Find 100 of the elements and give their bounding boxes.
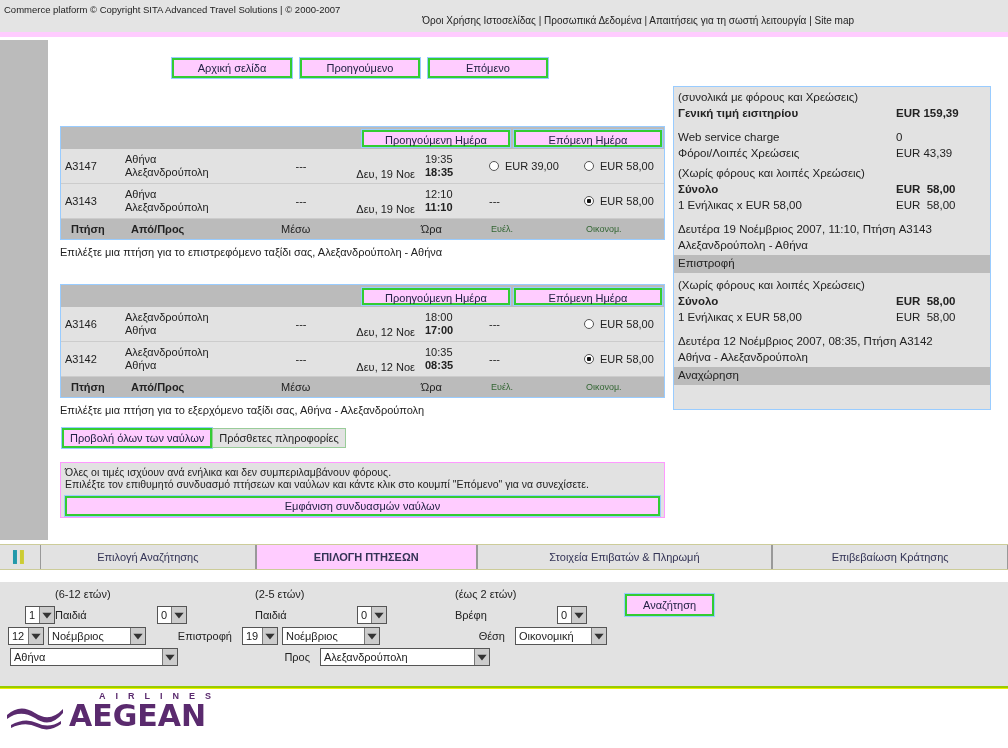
fare-radio[interactable]	[489, 161, 499, 171]
caret-icon	[39, 607, 54, 623]
total-label: Σύνολο	[678, 183, 719, 195]
view-button[interactable]: Πρόσθετες πληροφορίες	[212, 428, 346, 448]
flight-number: A3143	[64, 195, 98, 207]
caret-icon	[28, 628, 43, 644]
tab[interactable]: Επιλογή Αναζήτησης	[39, 545, 256, 569]
flight-number: A3146	[64, 318, 98, 330]
arrival-time: 18:00	[425, 311, 454, 324]
flight-number: A3142	[64, 353, 98, 365]
leg-details: Δευτέρα 19 Νοέμβριος 2007, 11:10, Πτήση A3143	[677, 222, 933, 237]
grand-total-amount: EUR 159,39	[896, 107, 960, 119]
fare-radio[interactable]	[584, 354, 594, 364]
copyright-text: Commerce platform © Copyright SITA Advanced Travel Solutions | © 2000-2007	[4, 4, 342, 15]
column-header: Ώρα	[419, 223, 443, 235]
arrival-time: 10:35	[425, 346, 454, 359]
departure-time: 08:35	[425, 359, 455, 372]
origin-city: Αλεξανδρούπολη	[125, 166, 210, 179]
destination-city: Αθήνα	[125, 188, 158, 201]
day-button[interactable]: Προηγούμενη Ημέρα	[362, 129, 510, 147]
nav-button[interactable]: Προηγούμενο	[300, 58, 420, 78]
charge-label: Web service charge	[678, 131, 780, 143]
tab[interactable]: Επιβεβαίωση Κράτησης	[772, 545, 1008, 569]
tab[interactable]: Στοιχεία Επιβατών & Πληρωμή	[476, 545, 773, 569]
month-dropdown[interactable]: Νοέμβριος	[282, 627, 380, 645]
nav-button[interactable]: Αρχική σελίδα	[172, 58, 292, 78]
fare-price: EUR 58,00	[600, 160, 654, 172]
passenger-label: Βρέφη	[455, 609, 488, 621]
caret-icon	[162, 649, 177, 665]
arrival-time: 12:10	[425, 188, 454, 201]
age-note: (2-5 ετών)	[255, 588, 306, 600]
from-dropdown[interactable]: Αθήνα	[10, 648, 178, 666]
day-button[interactable]: Επόμενη Ημέρα	[514, 287, 662, 305]
column-header: Ευέλ.	[490, 224, 514, 234]
day-button[interactable]: Προηγούμενη Ημέρα	[362, 287, 510, 305]
to-label: Προς	[283, 651, 311, 663]
footer-links[interactable]: Όροι Χρήσης Ιστοσελίδας | Προσωπικά Δεδομένα | Απαιτήσεις για τη σωστή λειτουργία | Site map	[422, 15, 854, 26]
charge-amount: EUR 43,39	[896, 147, 954, 159]
tab[interactable]: ΕΠΙΛΟΓΗ ΠΤΗΣΕΩΝ	[255, 545, 477, 569]
total-amount: EUR 58,00	[896, 295, 957, 307]
no-fare-dash: ---	[489, 195, 500, 207]
via-cell-text: ---	[294, 353, 308, 365]
journey-heading: Επιλέξτε μια πτήση για το επιστρεφόμενο ταξίδι σας, Αλεξανδρούπολη - Αθήνα	[60, 246, 444, 258]
destination-city: Αλεξανδρούπολη	[125, 311, 210, 324]
count-dropdown[interactable]: 0	[357, 606, 387, 624]
passenger-label: Παιδιά	[255, 609, 288, 621]
fare-radio[interactable]	[584, 161, 594, 171]
no-fare-dash: ---	[489, 353, 500, 365]
fare-price: EUR 39,00	[505, 160, 559, 172]
origin-city: Αλεξανδρούπολη	[125, 201, 210, 214]
fare-label: 1 Ενήλικας x EUR 58,00	[678, 311, 802, 323]
flight-number: A3147	[64, 160, 98, 172]
column-header: Από/Προς	[130, 223, 186, 235]
return-label: Επιστροφή	[176, 630, 233, 642]
instruction-text: Επιλέξτε τον επιθυμητό συνδυασμό πτήσεων και ναύλων και κάντε κλικ στο κουμπί "Επόμενο" για να συνεχίσετε.	[65, 478, 590, 490]
logo-wordmark: AEGEAN	[69, 701, 207, 731]
leg-route: Αλεξανδρούπολη - Αθήνα	[677, 238, 809, 253]
nav-button[interactable]: Επόμενο	[428, 58, 548, 78]
caret-icon	[364, 628, 379, 644]
caret-icon	[371, 607, 386, 623]
column-header: Μέσω	[280, 223, 312, 235]
grand-total-note: (συνολικά με φόρους και Χρεώσεις)	[677, 90, 860, 105]
no-fare-dash: ---	[489, 318, 500, 330]
passenger-label: Παιδιά	[55, 609, 88, 621]
origin-city: Αθήνα	[125, 359, 158, 372]
month-dropdown[interactable]: Νοέμβριος	[48, 627, 146, 645]
column-header: Οικονομ.	[585, 382, 623, 392]
day-button[interactable]: Επόμενη Ημέρα	[514, 129, 662, 147]
destination-city: Αθήνα	[125, 153, 158, 166]
date-cell-text: Δευ, 19 Νοε	[355, 203, 416, 215]
column-header: Πτήση	[70, 381, 106, 393]
leg-header: Επιστροφή	[674, 255, 990, 273]
day-dropdown[interactable]: 19	[242, 627, 278, 645]
view-button[interactable]: Προβολή όλων των ναύλων	[62, 428, 213, 448]
via-cell-text: ---	[294, 318, 308, 330]
date-cell-text: Δευ, 12 Νοε	[355, 326, 416, 338]
via-cell-text: ---	[294, 195, 308, 207]
to-dropdown[interactable]: Αλεξανδρούπολη	[320, 648, 490, 666]
fare-combinations-button[interactable]: Εμφάνιση συνδυασμών ναύλων	[65, 496, 660, 516]
fare-radio[interactable]	[584, 196, 594, 206]
adults-dropdown[interactable]: 1	[25, 606, 55, 624]
class-dropdown[interactable]: Οικονομική	[515, 627, 607, 645]
total-note: (Χωρίς φόρους και λοιπές Χρεώσεις)	[677, 166, 866, 181]
day-dropdown[interactable]: 12	[8, 627, 44, 645]
fare-price: EUR 58,00	[600, 318, 654, 330]
fare-radio[interactable]	[584, 319, 594, 329]
caret-icon	[571, 607, 586, 623]
class-label: Θέση	[477, 630, 506, 642]
grand-total-label: Γενική τιμή εισιτηρίου	[678, 107, 799, 119]
fare-label: 1 Ενήλικας x EUR 58,00	[678, 199, 802, 211]
caret-icon	[130, 628, 145, 644]
count-dropdown[interactable]: 0	[557, 606, 587, 624]
search-button[interactable]: Αναζήτηση	[625, 594, 715, 616]
fare-amount: EUR 58,00	[896, 311, 957, 323]
column-header: Ώρα	[419, 381, 443, 393]
total-note: (Χωρίς φόρους και λοιπές Χρεώσεις)	[677, 278, 866, 293]
leg-route: Αθήνα - Αλεξανδρούπολη	[677, 350, 809, 365]
departure-time: 17:00	[425, 324, 455, 337]
count-dropdown[interactable]: 0	[157, 606, 187, 624]
column-header: Οικονομ.	[585, 224, 623, 234]
